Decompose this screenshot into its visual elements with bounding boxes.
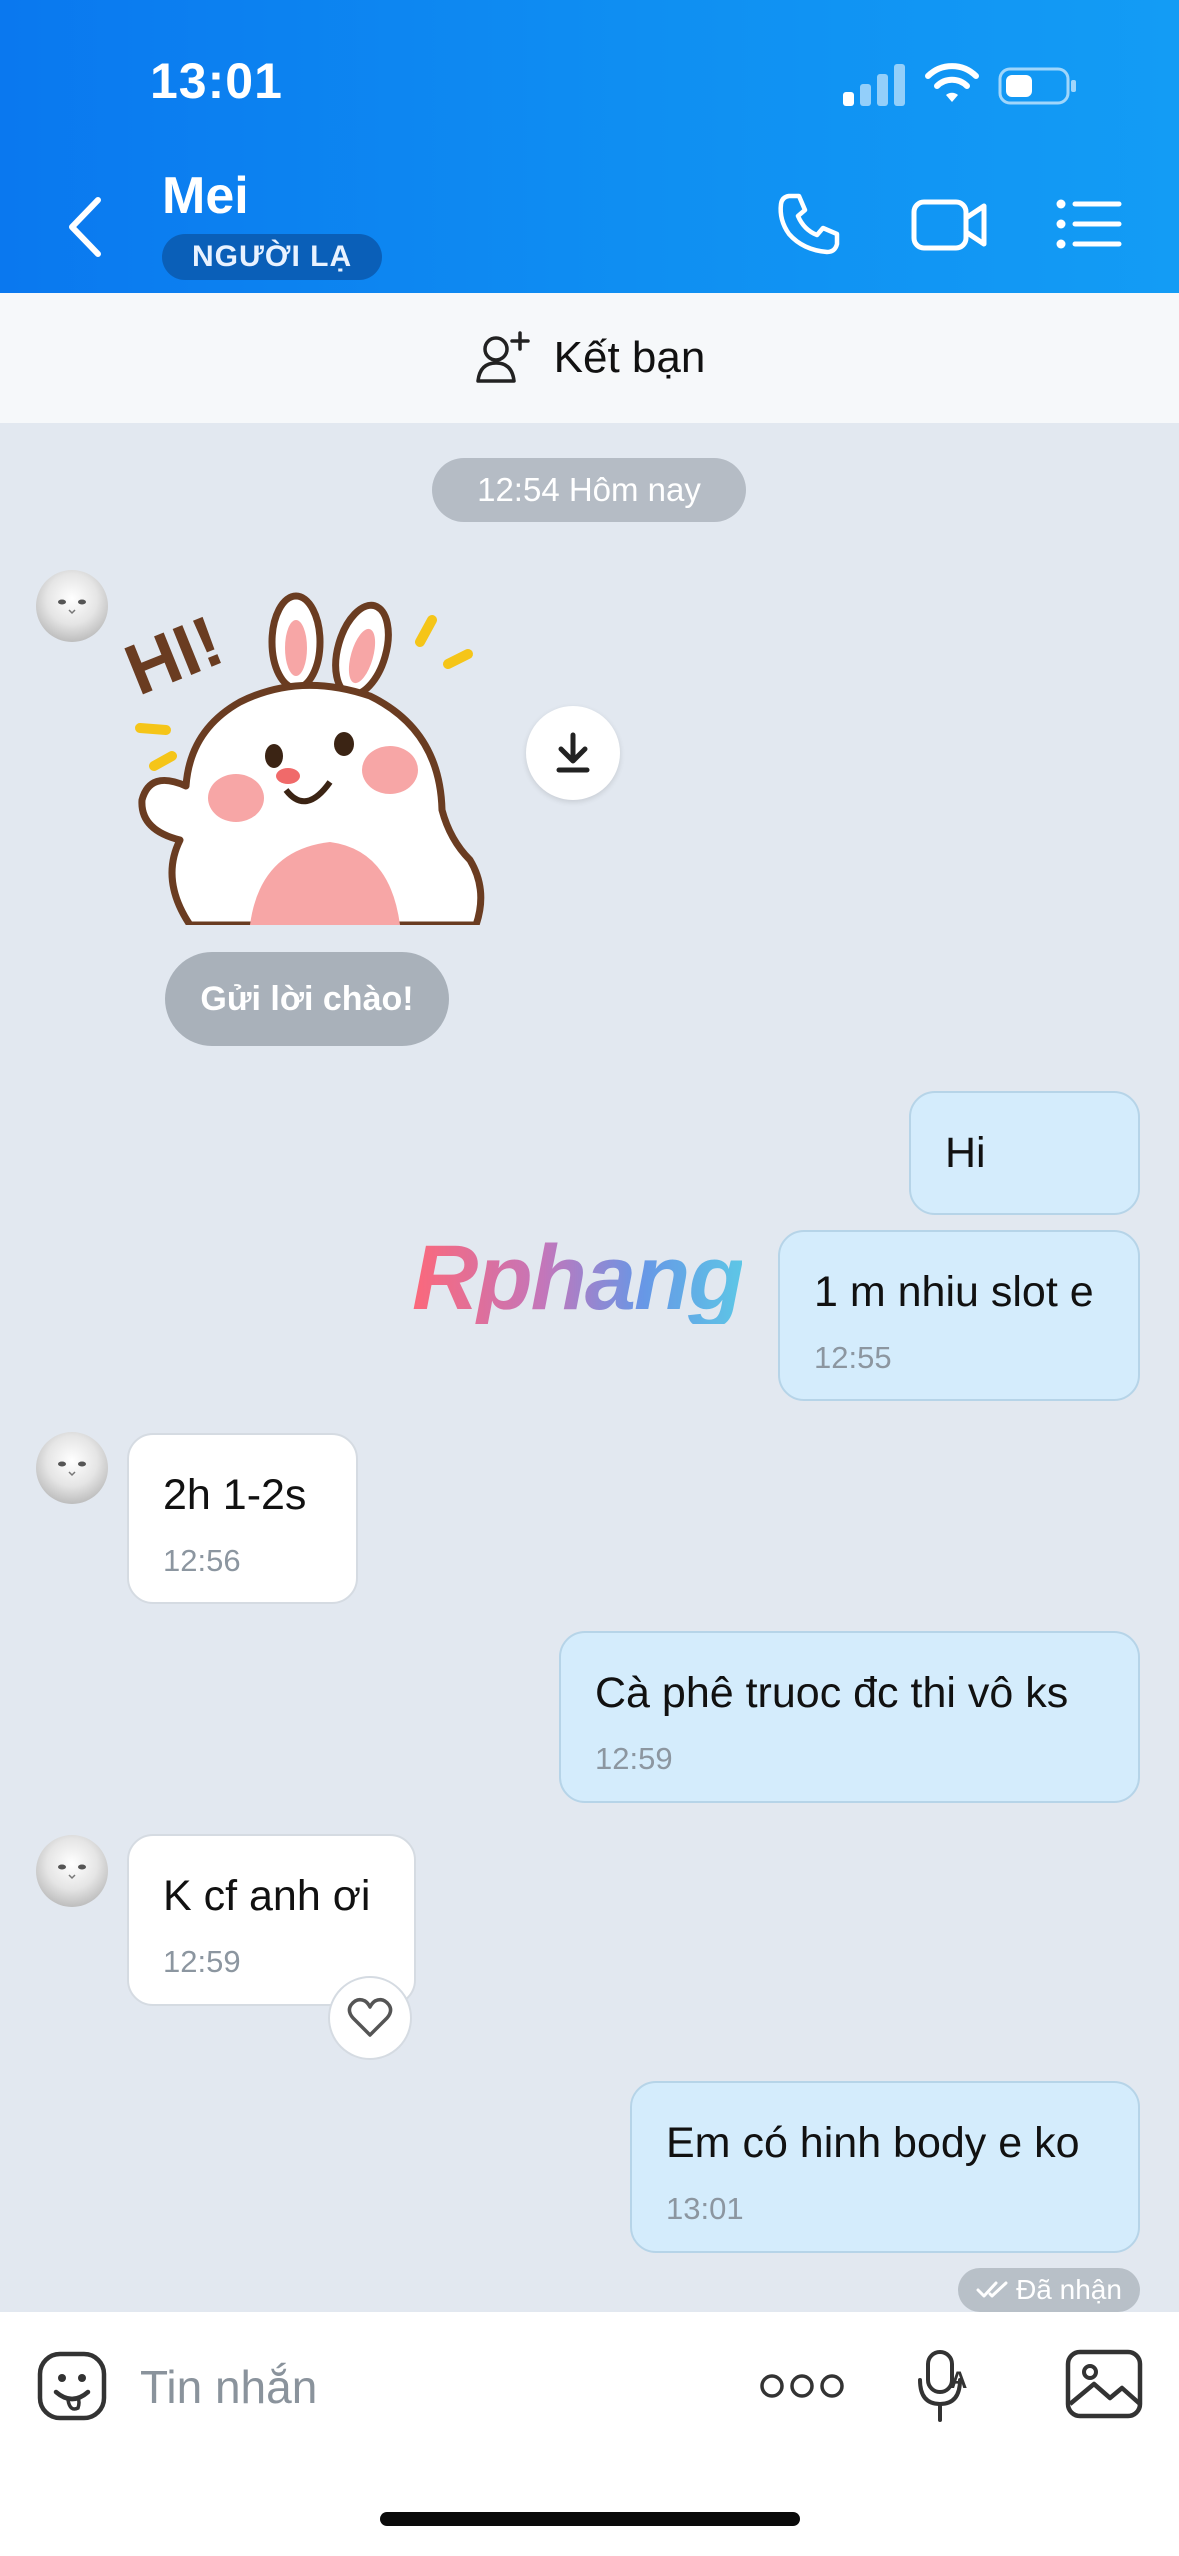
- add-friend-icon: [475, 331, 530, 383]
- react-heart-button[interactable]: [328, 1976, 412, 2060]
- outgoing-message-bubble[interactable]: 1 m nhiu slot e 12:55: [778, 1230, 1140, 1401]
- heart-icon: [347, 1997, 393, 2037]
- chat-header: 13:01 Mei NGƯỜI LẠ: [0, 0, 1179, 293]
- cat-face-icon: [58, 599, 86, 615]
- emoji-icon[interactable]: [36, 2350, 108, 2422]
- message-time: 12:59: [595, 1741, 673, 1776]
- battery-icon: [998, 67, 1076, 105]
- contact-avatar[interactable]: [36, 1835, 108, 1907]
- outgoing-message-bubble[interactable]: Em có hinh body e ko 13:01: [630, 2081, 1140, 2253]
- message-time: 12:55: [814, 1340, 892, 1375]
- contact-name[interactable]: Mei: [162, 166, 249, 226]
- video-call-icon[interactable]: [910, 190, 990, 258]
- list-menu-icon[interactable]: [1055, 190, 1123, 258]
- message-input[interactable]: [140, 2352, 700, 2422]
- add-friend-button[interactable]: Kết bạn: [0, 293, 1179, 423]
- add-friend-label: Kết bạn: [553, 333, 706, 382]
- back-button[interactable]: [60, 192, 110, 262]
- more-icon[interactable]: [760, 2366, 844, 2406]
- date-separator: 12:54 Hôm nay: [432, 458, 746, 522]
- double-check-icon: [976, 2281, 1008, 2298]
- message-text: K cf anh ơi: [163, 1872, 371, 1920]
- voice-to-text-icon[interactable]: A: [914, 2348, 974, 2424]
- cellular-signal-icon: [843, 64, 905, 106]
- message-time: 12:56: [163, 1543, 241, 1578]
- hi-bunny-sticker[interactable]: HI!: [120, 580, 500, 925]
- message-text: Hi: [945, 1129, 986, 1177]
- send-greeting-button[interactable]: Gửi lời chào!: [165, 952, 449, 1046]
- sticker-text: HI!: [120, 601, 234, 711]
- phone-icon[interactable]: [775, 190, 843, 258]
- status-time: 13:01: [150, 53, 283, 109]
- message-input-bar: A: [0, 2312, 1179, 2556]
- watermark-logo: Rphang: [412, 1227, 744, 1329]
- svg-text:A: A: [950, 2367, 967, 2394]
- contact-avatar[interactable]: [36, 570, 108, 642]
- outgoing-message-bubble[interactable]: Hi: [909, 1091, 1140, 1215]
- download-icon: [556, 732, 590, 773]
- incoming-message-bubble[interactable]: 2h 1-2s 12:56: [127, 1433, 358, 1604]
- cat-face-icon: [58, 1864, 86, 1880]
- cat-face-icon: [58, 1461, 86, 1477]
- delivered-status-badge: Đã nhận: [958, 2268, 1140, 2312]
- message-text: 2h 1-2s: [163, 1471, 307, 1519]
- download-button[interactable]: [526, 706, 620, 800]
- message-text: Em có hinh body e ko: [666, 2119, 1080, 2167]
- message-time: 12:59: [163, 1944, 241, 1979]
- message-text: 1 m nhiu slot e: [814, 1268, 1094, 1316]
- image-icon[interactable]: [1064, 2348, 1144, 2420]
- wifi-icon: [925, 63, 979, 102]
- delivered-status-text: Đã nhận: [1016, 2274, 1122, 2305]
- message-time: 13:01: [666, 2191, 744, 2226]
- home-indicator[interactable]: [380, 2512, 800, 2526]
- stranger-badge: NGƯỜI LẠ: [162, 234, 383, 280]
- contact-avatar[interactable]: [36, 1432, 108, 1504]
- message-text: Cà phê truoc đc thi vô ks: [595, 1669, 1069, 1717]
- outgoing-message-bubble[interactable]: Cà phê truoc đc thi vô ks 12:59: [559, 1631, 1140, 1803]
